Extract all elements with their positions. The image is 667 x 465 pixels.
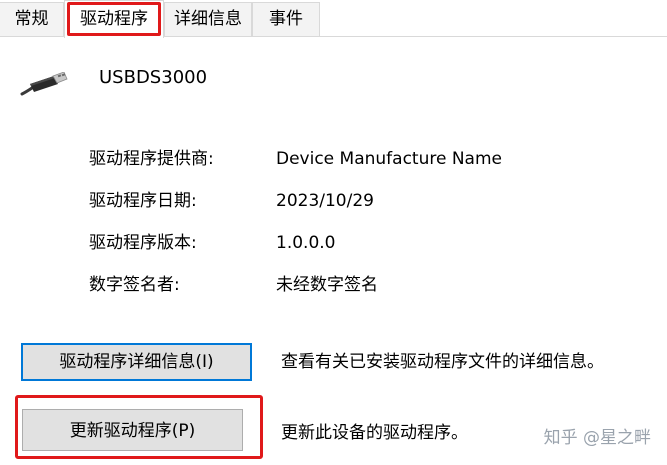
tab-details-label: 详细信息 bbox=[174, 9, 242, 29]
tab-events[interactable]: 事件 bbox=[252, 2, 320, 36]
tab-general-label: 常规 bbox=[14, 9, 49, 29]
device-name: USBDS3000 bbox=[99, 67, 208, 88]
driver-details-button[interactable]: 驱动程序详细信息(I) bbox=[21, 343, 252, 381]
driver-date-value: 2023/10/29 bbox=[276, 191, 374, 211]
driver-properties-dialog: 常规 驱动程序 详细信息 事件 USBDS3000 驱动程序提供商: Devic… bbox=[0, 0, 667, 465]
driver-provider-value: Device Manufacture Name bbox=[276, 149, 502, 169]
tab-general[interactable]: 常规 bbox=[0, 2, 64, 36]
tab-events-label: 事件 bbox=[269, 9, 303, 29]
driver-provider-label: 驱动程序提供商: bbox=[89, 149, 214, 169]
update-driver-description: 更新此设备的驱动程序。 bbox=[281, 423, 468, 443]
driver-date-label: 驱动程序日期: bbox=[89, 191, 197, 211]
digital-signer-value: 未经数字签名 bbox=[276, 275, 378, 295]
update-driver-button[interactable]: 更新驱动程序(P) bbox=[22, 409, 243, 451]
driver-version-label: 驱动程序版本: bbox=[89, 233, 197, 253]
tab-strip: 常规 驱动程序 详细信息 事件 bbox=[0, 0, 667, 38]
driver-details-description: 查看有关已安装驱动程序文件的详细信息。 bbox=[281, 352, 604, 372]
usb-plug-icon bbox=[20, 72, 68, 96]
watermark: 知乎 @星之畔 bbox=[543, 428, 651, 448]
digital-signer-label: 数字签名者: bbox=[89, 275, 180, 295]
tab-details[interactable]: 详细信息 bbox=[164, 2, 252, 36]
tab-driver[interactable]: 驱动程序 bbox=[64, 0, 164, 38]
tab-driver-label: 驱动程序 bbox=[80, 9, 148, 29]
driver-version-value: 1.0.0.0 bbox=[276, 233, 336, 253]
